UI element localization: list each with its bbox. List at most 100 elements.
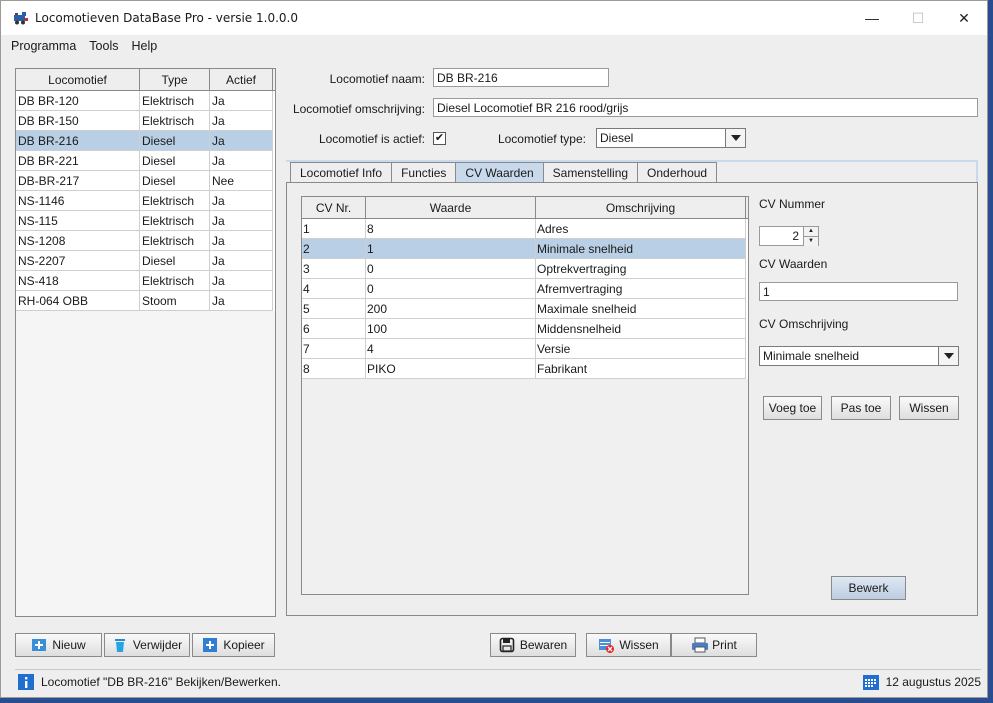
table-row[interactable]: NS-115 Elektrisch Ja (16, 211, 275, 231)
table-cell: Ja (210, 291, 273, 311)
table-cell: Elektrisch (140, 211, 210, 231)
tab-onderhoud[interactable]: Onderhoud (637, 162, 718, 183)
menu-programma[interactable]: Programma (1, 39, 83, 53)
table-cell: 0 (366, 259, 536, 279)
cv-table-header: CV Nr. Waarde Omschrijving (302, 197, 748, 219)
table-row[interactable]: DB-BR-217 Diesel Nee (16, 171, 275, 191)
cv-nummer-value: 2 (792, 229, 799, 243)
window-title: Locomotieven DataBase Pro - versie 1.0.0… (35, 11, 298, 25)
table-row[interactable]: RH-064 OBB Stoom Ja (16, 291, 275, 311)
menu-tools[interactable]: Tools (83, 39, 125, 53)
table-cell: 0 (366, 279, 536, 299)
table-cell: NS-115 (16, 211, 140, 231)
table-cell: Diesel (140, 251, 210, 271)
cv-table-row[interactable]: 3 0 Optrekvertraging (302, 259, 748, 279)
table-cell: Minimale snelheid (536, 239, 746, 259)
name-field[interactable]: DB BR-216 (433, 68, 609, 87)
column-header-waarde[interactable]: Waarde (366, 197, 536, 218)
column-header-locomotief[interactable]: Locomotief (16, 69, 140, 90)
spinner-down-icon[interactable]: ▼ (804, 236, 818, 246)
table-cell: NS-1208 (16, 231, 140, 251)
cv-table-row[interactable]: 7 4 Versie (302, 339, 748, 359)
tab-functies[interactable]: Functies (391, 162, 457, 183)
table-row[interactable]: DB BR-221 Diesel Ja (16, 151, 275, 171)
cv-waarden-field[interactable]: 1 (759, 282, 958, 301)
spinner-buttons: ▲ ▼ (803, 227, 818, 246)
cv-table-row[interactable]: 6 100 Middensnelheid (302, 319, 748, 339)
table-cell: 3 (302, 259, 366, 279)
table-row[interactable]: NS-2207 Diesel Ja (16, 251, 275, 271)
table-row[interactable]: DB BR-120 Elektrisch Ja (16, 91, 275, 111)
active-checkbox[interactable]: ✔ (433, 132, 446, 145)
chevron-down-icon[interactable] (725, 129, 745, 147)
table-cell: Afremvertraging (536, 279, 746, 299)
table-cell: DB BR-150 (16, 111, 140, 131)
tab-samenstelling[interactable]: Samenstelling (542, 162, 639, 183)
table-cell: NS-1146 (16, 191, 140, 211)
table-row[interactable]: DB BR-150 Elektrisch Ja (16, 111, 275, 131)
cv-table-row[interactable]: 5 200 Maximale snelheid (302, 299, 748, 319)
cv-table-row[interactable]: 4 0 Afremvertraging (302, 279, 748, 299)
add-icon (31, 637, 47, 653)
tab-cv-waarden[interactable]: CV Waarden (455, 162, 544, 183)
type-label: Locomotief type: (497, 132, 586, 146)
calendar-icon (862, 674, 879, 690)
table-cell: Ja (210, 251, 273, 271)
clear-form-icon (598, 637, 615, 653)
table-cell: NS-2207 (16, 251, 140, 271)
table-row[interactable]: DB BR-216 Diesel Ja (16, 131, 275, 151)
column-header-type[interactable]: Type (140, 69, 210, 90)
table-cell: Stoom (140, 291, 210, 311)
print-label: Print (712, 638, 737, 652)
active-label: Locomotief is actief: (318, 132, 425, 146)
wissen-button[interactable]: Wissen (586, 633, 671, 657)
nieuw-button[interactable]: Nieuw (15, 633, 102, 657)
spinner-up-icon[interactable]: ▲ (804, 227, 818, 236)
wissen-cv-button[interactable]: Wissen (899, 396, 959, 420)
printer-icon (691, 637, 709, 653)
pas-toe-button[interactable]: Pas toe (831, 396, 891, 420)
save-icon (499, 637, 515, 653)
cv-table-row[interactable]: 2 1 Minimale snelheid (302, 239, 748, 259)
table-cell: 2 (302, 239, 366, 259)
tab-locomotief-info[interactable]: Locomotief Info (290, 162, 393, 183)
table-cell: DB BR-216 (16, 131, 140, 151)
type-select-value: Diesel (600, 131, 634, 145)
maximize-button[interactable]: ☐ (895, 1, 941, 35)
minimize-button[interactable]: — (849, 1, 895, 35)
close-button[interactable]: ✕ (941, 1, 987, 35)
verwijder-button[interactable]: Verwijder (104, 633, 190, 657)
type-select[interactable]: Diesel (596, 128, 746, 148)
print-button[interactable]: Print (671, 633, 757, 657)
chevron-down-icon[interactable] (938, 347, 958, 365)
table-cell: Diesel (140, 151, 210, 171)
menu-bar: Programma Tools Help (1, 35, 987, 57)
table-cell: Versie (536, 339, 746, 359)
column-header-actief[interactable]: Actief (210, 69, 273, 90)
kopieer-button[interactable]: Kopieer (192, 633, 275, 657)
table-header: Locomotief Type Actief (16, 69, 275, 91)
table-cell: Elektrisch (140, 111, 210, 131)
tab-strip: Locomotief Info Functies CV Waarden Same… (290, 162, 718, 183)
cv-omschrijving-select[interactable]: Minimale snelheid (759, 346, 959, 366)
locomotive-table[interactable]: Locomotief Type Actief DB BR-120 Elektris… (15, 68, 276, 617)
column-header-omschrijving[interactable]: Omschrijving (536, 197, 746, 218)
bewerk-button[interactable]: Bewerk (831, 576, 906, 600)
locomotive-icon (13, 10, 29, 26)
menu-help[interactable]: Help (125, 39, 164, 53)
title-bar[interactable]: Locomotieven DataBase Pro - versie 1.0.0… (1, 1, 987, 35)
description-label: Locomotief omschrijving: (292, 102, 425, 116)
table-row[interactable]: NS-1146 Elektrisch Ja (16, 191, 275, 211)
column-header-cv-nr[interactable]: CV Nr. (302, 197, 366, 218)
bewaren-button[interactable]: Bewaren (490, 633, 576, 657)
cv-nummer-spinner[interactable]: 2 ▲ ▼ (759, 226, 819, 246)
description-field[interactable]: Diesel Locomotief BR 216 rood/grijs (433, 98, 978, 117)
table-row[interactable]: NS-1208 Elektrisch Ja (16, 231, 275, 251)
cv-table-row[interactable]: 1 8 Adres (302, 219, 748, 239)
cv-table-row[interactable]: 8 PIKO Fabrikant (302, 359, 748, 379)
table-row[interactable]: NS-418 Elektrisch Ja (16, 271, 275, 291)
cv-table[interactable]: CV Nr. Waarde Omschrijving 1 8 Adres 2 1 Mini… (301, 196, 749, 595)
trash-icon (112, 637, 128, 653)
table-cell: RH-064 OBB (16, 291, 140, 311)
voeg-toe-button[interactable]: Voeg toe (763, 396, 822, 420)
